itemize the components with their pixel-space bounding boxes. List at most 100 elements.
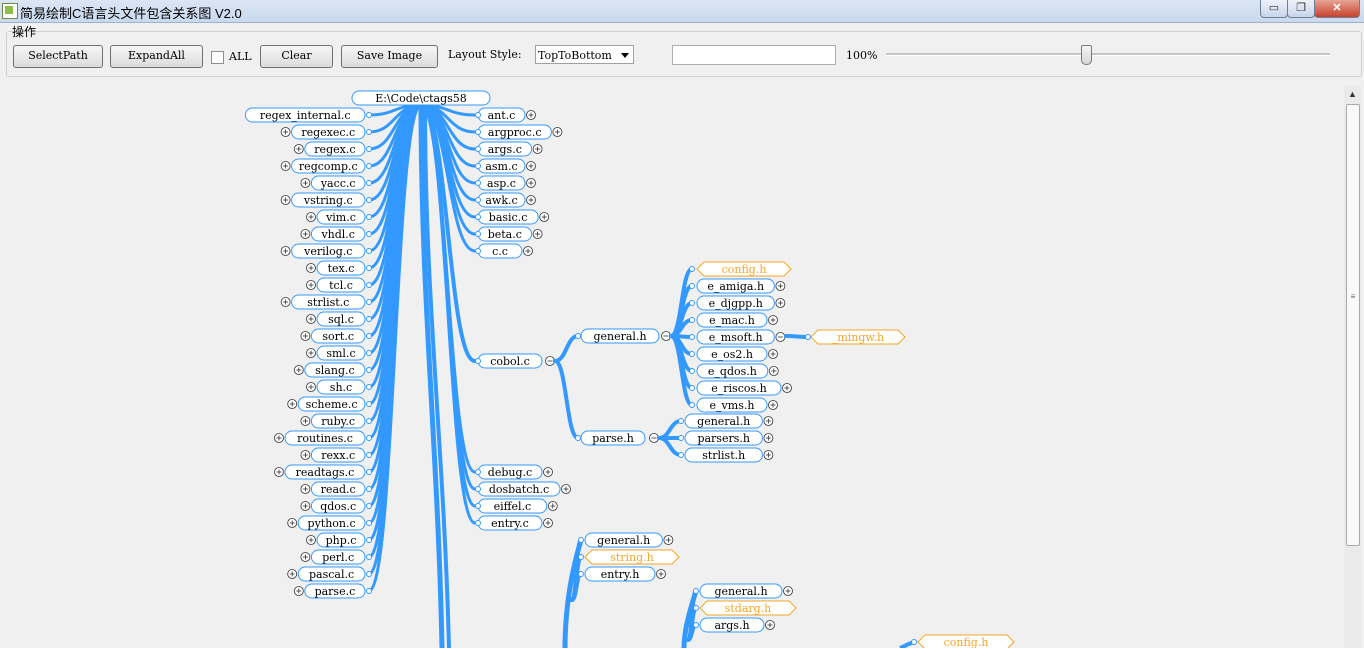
node-label: e_os2.h [711, 348, 753, 361]
save-image-button[interactable]: Save Image [341, 45, 438, 68]
node-label: config.h [722, 263, 767, 276]
port-icon [689, 317, 695, 323]
all-checkbox[interactable] [211, 51, 224, 64]
window-title: 简易绘制C语言头文件包含关系图 V2.0 [20, 6, 242, 21]
port-icon [366, 197, 372, 203]
node-label: asm.c [485, 160, 517, 173]
chevron-down-icon [621, 53, 629, 58]
node-label: general.h [597, 534, 650, 547]
port-icon [575, 435, 581, 441]
port-icon [366, 231, 372, 237]
port-icon [689, 385, 695, 391]
port-icon [475, 112, 481, 118]
port-icon [475, 146, 481, 152]
minimize-button[interactable]: ▭ [1260, 0, 1288, 18]
node-label: routines.c [297, 432, 353, 445]
layout-style-value: TopToBottom [538, 49, 612, 62]
node-label: entry.c [491, 517, 529, 530]
port-icon [366, 214, 372, 220]
node-label: python.c [308, 517, 356, 530]
node-label: regex.c [314, 143, 355, 156]
maximize-button[interactable]: ❐ [1287, 0, 1315, 18]
node-label: e_riscos.h [711, 382, 766, 395]
port-icon [689, 283, 695, 289]
port-icon [366, 503, 372, 509]
port-icon [366, 146, 372, 152]
path-input[interactable] [672, 45, 836, 65]
node-label: strlist.c [307, 296, 349, 309]
port-icon [475, 231, 481, 237]
port-icon [366, 248, 372, 254]
port-icon [366, 299, 372, 305]
port-icon [475, 180, 481, 186]
app-icon [2, 3, 18, 19]
port-icon [689, 266, 695, 272]
zoom-slider-thumb[interactable] [1080, 45, 1092, 65]
node-label: e_qdos.h [708, 365, 757, 378]
node-label: read.c [321, 483, 356, 496]
port-icon [366, 588, 372, 594]
port-icon [678, 452, 684, 458]
node-label: cobol.c [490, 355, 530, 368]
port-icon [578, 537, 584, 543]
close-button[interactable]: ✕ [1314, 0, 1360, 18]
layout-style-select[interactable]: TopToBottom [535, 45, 634, 64]
scroll-up-icon[interactable]: ▲ [1344, 86, 1361, 103]
port-icon [366, 486, 372, 492]
node-label: regexec.c [301, 126, 355, 139]
graph-canvas[interactable]: regex_internal.c regexec.c regex.c regcomp.… [0, 84, 1341, 648]
node-label: php.c [326, 534, 357, 547]
port-icon [475, 469, 481, 475]
node-label: _mingw.h [832, 331, 884, 344]
port-icon [689, 300, 695, 306]
graph-edge [657, 436, 683, 457]
port-icon [475, 248, 481, 254]
select-path-button[interactable]: SelectPath [13, 45, 103, 68]
port-icon [689, 368, 695, 374]
expand-all-button[interactable]: ExpandAll [110, 45, 203, 68]
node-label: strlist.h [702, 449, 745, 462]
node-label: awk.c [485, 194, 517, 207]
graph-edge [784, 334, 810, 339]
node-label: qdos.c [320, 500, 356, 513]
node-label: vstring.c [303, 194, 353, 207]
port-icon [366, 452, 372, 458]
port-icon [366, 350, 372, 356]
port-icon [366, 367, 372, 373]
node-label: yacc.c [320, 177, 356, 190]
clear-button[interactable]: Clear [260, 45, 333, 68]
node-label: pascal.c [309, 568, 354, 581]
port-icon [366, 180, 372, 186]
port-icon [366, 163, 372, 169]
node-label: regcomp.c [299, 160, 358, 173]
node-label: ruby.c [321, 415, 355, 428]
port-icon [366, 384, 372, 390]
node-label: debug.c [488, 466, 532, 479]
node-label: general.h [697, 415, 750, 428]
port-icon [689, 402, 695, 408]
node-label: args.h [714, 619, 749, 632]
vertical-scrollbar[interactable]: ▲ ≡ [1344, 86, 1361, 648]
port-icon [911, 639, 917, 645]
zoom-slider[interactable] [886, 53, 1330, 56]
scrollbar-thumb[interactable]: ≡ [1346, 104, 1360, 546]
grip-icon: ≡ [1350, 292, 1356, 301]
port-icon [475, 520, 481, 526]
node-label: scheme.c [306, 398, 358, 411]
node-label: argproc.c [488, 126, 542, 139]
port-icon [475, 129, 481, 135]
node-label: string.h [610, 551, 654, 564]
port-icon [693, 588, 699, 594]
port-icon [366, 265, 372, 271]
port-icon [366, 571, 372, 577]
port-icon [678, 418, 684, 424]
node-label: perl.c [322, 551, 354, 564]
node-label: readtags.c [296, 466, 355, 479]
node-label: tcl.c [329, 279, 353, 292]
node-label: vhdl.c [320, 228, 355, 241]
zoom-label: 100% [846, 49, 878, 62]
node-label: parse.c [315, 585, 356, 598]
port-icon [366, 112, 372, 118]
node-label: stdarg.h [725, 602, 772, 615]
node-label: e_mac.h [709, 314, 755, 327]
